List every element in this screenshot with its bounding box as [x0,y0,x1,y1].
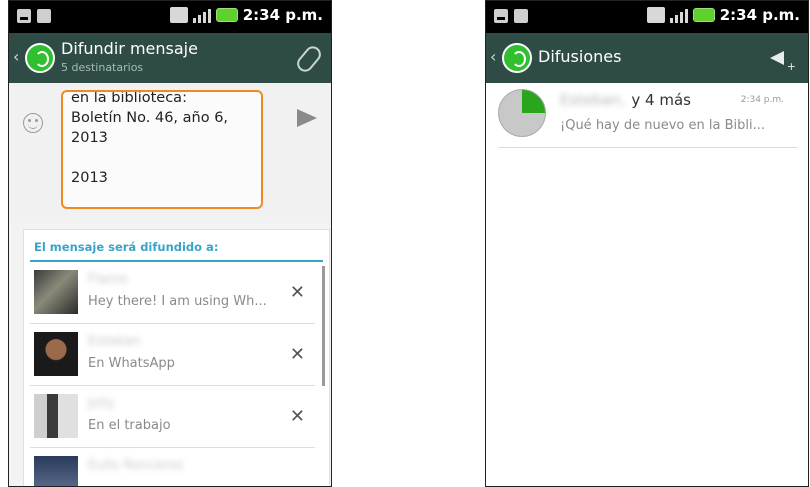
android-debug-icon [514,9,528,23]
recipient-row[interactable]: Flame Hey there! I am using Wh... ✕ [24,262,315,324]
send-icon[interactable] [297,109,317,127]
usb-icon [494,9,508,23]
message-text[interactable]: en la biblioteca: Boletín No. 46, año 6,… [71,92,255,188]
status-time: 2:34 p.m. [242,6,323,24]
network-icon [169,7,188,23]
signal-icon [192,7,211,23]
battery-icon [692,8,715,22]
avatar [34,456,78,486]
recipient-first-name: Esteban, [560,91,626,109]
status-bar: 2:34 p.m. [9,1,331,33]
signal-icon [669,7,688,23]
avatar [34,332,78,376]
recipient-list: El mensaje será difundido a: Flame Hey t… [23,229,330,486]
back-chevron-icon[interactable]: ‹ [490,47,496,66]
status-bar: 2:34 p.m. [486,1,808,33]
emoji-icon[interactable] [23,113,43,133]
recipient-name: Esteban [88,334,141,349]
whatsapp-logo-icon[interactable] [25,43,55,73]
whatsapp-logo-icon[interactable] [502,43,532,73]
status-time: 2:34 p.m. [719,6,800,24]
compose-area: en la biblioteca: Boletín No. 46, año 6,… [9,83,331,223]
broadcast-recipients: Esteban, y 4 más [560,91,691,109]
network-icon [646,7,665,23]
action-bar: ‹ Difundir mensaje 5 destinatarios [9,33,331,83]
recipient-name: Eulio Ronceros [88,458,184,473]
action-bar: ‹ Difusiones [486,33,808,83]
recipient-name: Flame [88,272,128,287]
new-broadcast-megaphone-icon[interactable] [770,47,796,73]
avatar [34,394,78,438]
broadcast-pie-icon [498,89,546,137]
android-debug-icon [37,9,51,23]
recipient-count: 5 destinatarios [61,61,144,74]
recipient-others: y 4 más [631,91,691,109]
broadcast-list-item[interactable]: Esteban, y 4 más 2:34 p.m. ¡Qué hay de n… [498,83,798,148]
recipient-status: En el trabajo [88,418,171,433]
attach-clip-icon[interactable] [293,43,325,75]
recipient-row[interactable]: Eulio Ronceros [24,448,315,486]
recipient-status: En WhatsApp [88,356,175,371]
broadcast-preview: ¡Qué hay de nuevo en la Bibli... [560,118,765,133]
message-input[interactable]: en la biblioteca: Boletín No. 46, año 6,… [61,90,263,209]
list-header: El mensaje será difundido a: [34,240,219,254]
broadcast-time: 2:34 p.m. [740,95,784,105]
remove-recipient-icon[interactable]: ✕ [290,282,305,303]
remove-recipient-icon[interactable]: ✕ [290,406,305,427]
page-title: Difundir mensaje [61,39,198,58]
remove-recipient-icon[interactable]: ✕ [290,344,305,365]
usb-icon [17,9,31,23]
recipient-row[interactable]: Jolly En el trabajo ✕ [24,386,315,448]
phone-screen-broadcast-compose: 2:34 p.m. ‹ Difundir mensaje 5 destinata… [8,0,332,487]
page-title: Difusiones [538,47,622,66]
scrollbar[interactable] [322,266,325,386]
avatar [34,270,78,314]
back-chevron-icon[interactable]: ‹ [13,47,19,66]
recipient-name: Jolly [88,396,115,411]
battery-icon [215,8,238,22]
phone-screen-broadcast-lists: 2:34 p.m. ‹ Difusiones Esteban, y 4 más … [485,0,809,487]
recipient-status: Hey there! I am using Wh... [88,294,267,309]
recipient-row[interactable]: Esteban En WhatsApp ✕ [24,324,315,386]
